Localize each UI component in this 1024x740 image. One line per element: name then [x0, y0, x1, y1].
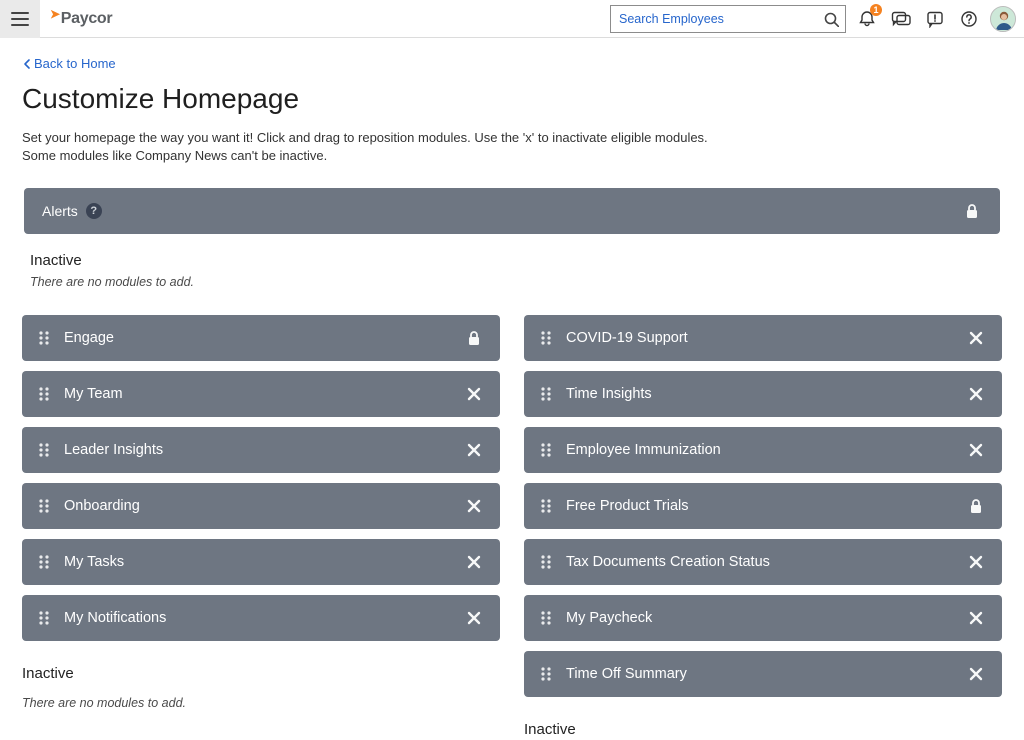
profile-avatar-button[interactable]	[990, 6, 1016, 32]
feedback-button[interactable]	[922, 6, 948, 32]
remove-module-button[interactable]	[966, 384, 986, 404]
drag-handle-icon[interactable]	[540, 666, 552, 682]
search-input[interactable]	[617, 11, 823, 27]
brand-name: Paycor	[61, 10, 113, 28]
logo-swoosh-icon: ➤	[50, 7, 60, 21]
alerts-lock-icon	[962, 201, 982, 221]
drag-handle-icon[interactable]	[540, 330, 552, 346]
module-alerts-label: Alerts	[42, 203, 78, 219]
module-my-tasks[interactable]: My Tasks	[22, 539, 500, 585]
drag-handle-icon[interactable]	[38, 386, 50, 402]
module-label: Employee Immunization	[566, 442, 966, 458]
module-label: My Notifications	[64, 610, 464, 626]
drag-handle-icon[interactable]	[540, 498, 552, 514]
module-label: Onboarding	[64, 498, 464, 514]
drag-handle-icon[interactable]	[540, 442, 552, 458]
back-link-label: Back to Home	[34, 56, 116, 71]
drag-handle-icon[interactable]	[38, 554, 50, 570]
module-label: Leader Insights	[64, 442, 464, 458]
module-covid-19-support[interactable]: COVID-19 Support	[524, 315, 1002, 361]
remove-module-button[interactable]	[464, 384, 484, 404]
intro-line-1: Set your homepage the way you want it! C…	[22, 129, 1002, 148]
remove-module-button[interactable]	[966, 440, 986, 460]
drag-handle-icon[interactable]	[38, 498, 50, 514]
page-title: Customize Homepage	[22, 83, 1002, 115]
alerts-help-icon[interactable]: ?	[86, 203, 102, 219]
avatar-icon	[991, 6, 1015, 32]
feedback-icon	[926, 10, 944, 28]
remove-module-button[interactable]	[464, 496, 484, 516]
remove-module-button[interactable]	[966, 664, 986, 684]
module-free-product-trials[interactable]: Free Product Trials	[524, 483, 1002, 529]
chevron-left-icon	[22, 58, 32, 70]
topbar: ➤ Paycor 1	[0, 0, 1024, 38]
module-label: Engage	[64, 330, 464, 346]
hamburger-menu-button[interactable]	[0, 0, 40, 38]
module-label: My Paycheck	[566, 610, 966, 626]
drag-handle-icon[interactable]	[540, 610, 552, 626]
help-button[interactable]	[956, 6, 982, 32]
module-label: Time Insights	[566, 386, 966, 402]
lock-icon	[464, 328, 484, 348]
drag-handle-icon[interactable]	[38, 330, 50, 346]
module-label: COVID-19 Support	[566, 330, 966, 346]
module-time-insights[interactable]: Time Insights	[524, 371, 1002, 417]
module-leader-insights[interactable]: Leader Insights	[22, 427, 500, 473]
module-my-team[interactable]: My Team	[22, 371, 500, 417]
messages-button[interactable]	[888, 6, 914, 32]
notifications-button[interactable]: 1	[854, 6, 880, 32]
module-engage[interactable]: Engage	[22, 315, 500, 361]
module-employee-immunization[interactable]: Employee Immunization	[524, 427, 1002, 473]
search-employees-field[interactable]	[610, 5, 846, 33]
drag-handle-icon[interactable]	[540, 386, 552, 402]
remove-module-button[interactable]	[966, 608, 986, 628]
alerts-inactive-section: Inactive There are no modules to add.	[30, 252, 994, 289]
module-onboarding[interactable]: Onboarding	[22, 483, 500, 529]
module-column-left: Engage My Team Leader Insights Onboarding My…	[22, 315, 500, 738]
module-tax-documents-creation-status[interactable]: Tax Documents Creation Status	[524, 539, 1002, 585]
module-label: My Team	[64, 386, 464, 402]
left-inactive-empty: There are no modules to add.	[22, 696, 500, 710]
search-icon	[823, 11, 839, 27]
module-label: Free Product Trials	[566, 498, 966, 514]
brand-logo: ➤ Paycor	[50, 10, 112, 28]
alerts-inactive-title: Inactive	[30, 252, 994, 269]
lock-icon	[966, 496, 986, 516]
chat-icon	[891, 10, 911, 28]
remove-module-button[interactable]	[966, 552, 986, 572]
notification-badge: 1	[870, 4, 882, 16]
left-inactive-title: Inactive	[22, 665, 500, 682]
module-label: Tax Documents Creation Status	[566, 554, 966, 570]
drag-handle-icon[interactable]	[38, 610, 50, 626]
module-my-notifications[interactable]: My Notifications	[22, 595, 500, 641]
remove-module-button[interactable]	[966, 328, 986, 348]
alerts-inactive-empty: There are no modules to add.	[30, 275, 994, 289]
remove-module-button[interactable]	[464, 440, 484, 460]
module-label: My Tasks	[64, 554, 464, 570]
drag-handle-icon[interactable]	[540, 554, 552, 570]
help-icon	[960, 10, 978, 28]
right-inactive-title: Inactive	[524, 721, 1002, 738]
intro-line-2: Some modules like Company News can't be …	[22, 147, 1002, 166]
remove-module-button[interactable]	[464, 608, 484, 628]
module-my-paycheck[interactable]: My Paycheck	[524, 595, 1002, 641]
drag-handle-icon[interactable]	[38, 442, 50, 458]
remove-module-button[interactable]	[464, 552, 484, 572]
module-column-right: COVID-19 Support Time Insights Employee Im…	[524, 315, 1002, 738]
hamburger-icon	[10, 9, 30, 29]
module-label: Time Off Summary	[566, 666, 966, 682]
module-alerts[interactable]: Alerts ?	[24, 188, 1000, 234]
module-time-off-summary[interactable]: Time Off Summary	[524, 651, 1002, 697]
page-intro: Set your homepage the way you want it! C…	[22, 129, 1002, 167]
module-columns: Engage My Team Leader Insights Onboarding My…	[22, 315, 1002, 738]
back-to-home-link[interactable]: Back to Home	[22, 56, 116, 71]
